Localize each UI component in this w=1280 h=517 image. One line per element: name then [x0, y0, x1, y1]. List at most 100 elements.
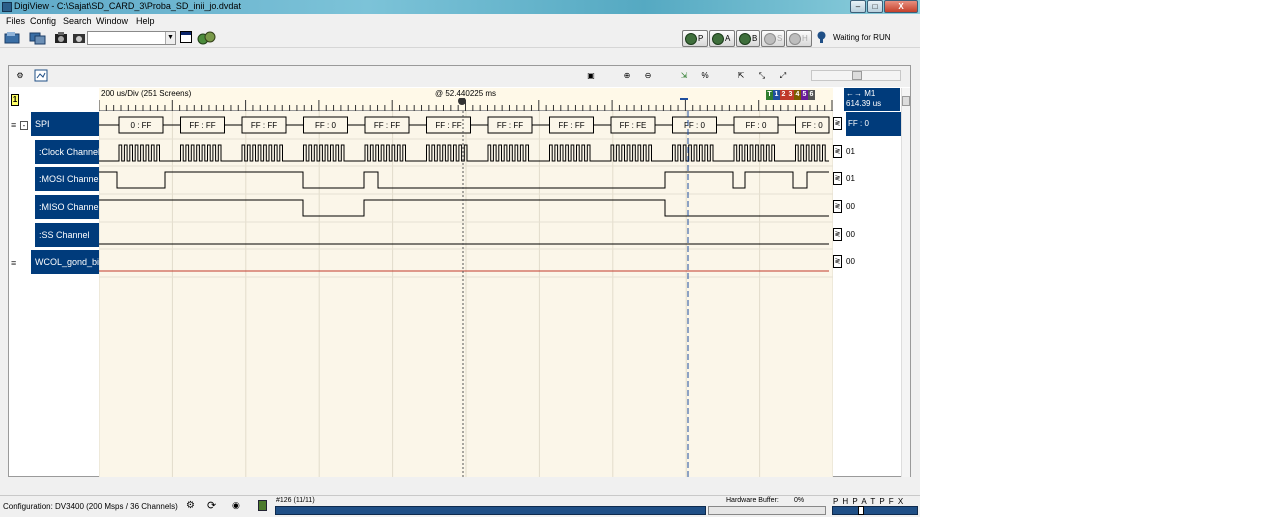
clock-wave: [99, 144, 829, 162]
save-file-icon[interactable]: [29, 31, 47, 45]
channel-value-spi: FF : 0: [846, 112, 901, 136]
hardware-config-icon[interactable]: [196, 31, 218, 45]
scroll-thumb[interactable]: [902, 96, 910, 106]
channel-value-wcol: 00: [846, 257, 855, 266]
run-s-button[interactable]: S: [761, 30, 785, 47]
view-settings-icon[interactable]: [34, 69, 48, 82]
spi-frame-label: FF : FE: [620, 121, 647, 130]
slider-thumb[interactable]: [858, 506, 864, 515]
spi-bus-wave: 0 : FF FF : FF FF : FF FF : 0 FF : FF FF : FF…: [99, 116, 830, 134]
marker-6[interactable]: 6: [808, 90, 815, 100]
menu-help[interactable]: Help: [136, 16, 155, 26]
menu-search[interactable]: Search: [63, 16, 92, 26]
gear-icon[interactable]: ⚙: [186, 500, 195, 511]
channel-value-mosi: 01: [846, 174, 855, 183]
title-bar[interactable]: DigiView - C:\Sajat\SD_CARD_3\Proba_SD_i…: [0, 0, 920, 14]
search-prev-icon[interactable]: ⇱: [734, 69, 748, 82]
edge-icon[interactable]: ≷: [833, 228, 842, 241]
marker-5[interactable]: 5: [801, 90, 808, 100]
edge-icon[interactable]: ≷: [833, 172, 842, 185]
maximize-button[interactable]: □: [867, 0, 883, 13]
channel-label-clock[interactable]: :Clock Channel: [35, 140, 100, 164]
marker-selector[interactable]: T123456: [766, 88, 815, 100]
time-division: 200 us/Div (251 Screens): [101, 89, 192, 98]
search-next-icon[interactable]: ⤡: [755, 69, 769, 82]
run-h-button[interactable]: H: [786, 30, 812, 47]
minimize-button[interactable]: –: [850, 0, 866, 13]
close-button[interactable]: X: [884, 0, 918, 13]
zoom-in-icon[interactable]: ⊕: [620, 69, 634, 82]
play-icon: [712, 33, 724, 45]
screen-marker[interactable]: 1: [11, 94, 19, 106]
trigger-goto-icon[interactable]: ⇲: [677, 69, 691, 82]
book-icon[interactable]: [258, 500, 267, 511]
add-signal-icon[interactable]: ⚙: [13, 69, 27, 82]
vertical-scrollbar[interactable]: [901, 88, 910, 477]
menu-window[interactable]: Window: [96, 16, 128, 26]
ruler-ticks: 1: [99, 98, 833, 111]
time-ruler[interactable]: 200 us/Div (251 Screens) @ 52.440225 ms …: [99, 88, 833, 111]
config-value: DV3400 (200 Msps / 36 Channels): [55, 502, 178, 511]
spi-frame-label: FF : FF: [558, 121, 584, 130]
edge-icon[interactable]: ≷: [833, 117, 842, 130]
edge-icon[interactable]: ≷: [833, 255, 842, 268]
channel-value-ss: 00: [846, 230, 855, 239]
app-icon: [2, 2, 12, 12]
marker-t[interactable]: T: [766, 90, 773, 100]
channel-value-miso: 00: [846, 202, 855, 211]
window-icon[interactable]: [180, 31, 192, 43]
scroll-thumb[interactable]: [852, 71, 862, 80]
run-p-button[interactable]: P: [682, 30, 708, 47]
waveform-area[interactable]: 0 : FF FF : FF FF : FF FF : 0 FF : FF FF : FF…: [99, 111, 833, 477]
spi-frame-label: FF : 0: [315, 121, 336, 130]
capture-icon[interactable]: ▣: [584, 69, 598, 82]
run-b-button[interactable]: B: [736, 30, 760, 47]
marker-goto-icon[interactable]: %: [698, 69, 712, 82]
edge-icon[interactable]: ≷: [833, 200, 842, 213]
capture-status: Waiting for RUN: [833, 33, 891, 42]
channel-label-miso[interactable]: :MISO Channel: [35, 195, 101, 219]
refresh-icon[interactable]: ⟳: [207, 499, 216, 512]
run-a-button[interactable]: A: [709, 30, 735, 47]
panel-toolbar: ⚙ ▣ ⊕ ⊖ ⇲ % ⇱ ⤡ ⤢: [9, 66, 910, 87]
play-icon: [739, 33, 751, 45]
position-slider[interactable]: [832, 506, 918, 515]
channel-value-clock: 01: [846, 147, 855, 156]
hardware-buffer-bar: [708, 506, 826, 515]
channel-label-mosi[interactable]: :MOSI Channel: [35, 167, 101, 191]
edge-icon[interactable]: ≷: [833, 145, 842, 158]
chevron-down-icon[interactable]: ▼: [165, 32, 175, 44]
marker-1[interactable]: 1: [773, 90, 780, 100]
spi-frame-label: 0 : FF: [131, 121, 152, 130]
spi-frame-label: FF : 0: [684, 121, 705, 130]
menu-config[interactable]: Config: [30, 16, 56, 26]
zoom-out-icon[interactable]: ⊖: [641, 69, 655, 82]
channel-label-spi[interactable]: SPI: [31, 112, 99, 136]
channel-label-wcol[interactable]: WCOL_gond_bit: [31, 250, 102, 274]
marker-2[interactable]: 2: [780, 90, 787, 100]
app-window: DigiView - C:\Sajat\SD_CARD_3\Proba_SD_i…: [0, 0, 920, 517]
collapse-button[interactable]: -: [20, 121, 28, 130]
marker-4[interactable]: 4: [794, 90, 801, 100]
preset-select[interactable]: ▼: [87, 31, 176, 45]
menu-bar: Files Config Search Window Help: [0, 14, 920, 28]
drag-handle-icon[interactable]: ≡: [11, 258, 16, 268]
menu-files[interactable]: Files: [6, 16, 25, 26]
spi-frame-label: FF : 0: [802, 121, 823, 130]
channel-label-ss[interactable]: :SS Channel: [35, 223, 99, 247]
config-label: Configuration:: [3, 502, 53, 511]
capture-icon[interactable]: [53, 31, 71, 45]
play-icon: [685, 33, 697, 45]
mosi-wave: [99, 171, 829, 189]
open-file-icon[interactable]: [4, 31, 22, 45]
main-toolbar: ▼ P A B S H Waiting for RUN: [0, 28, 920, 48]
drag-handle-icon[interactable]: ≡: [11, 120, 16, 130]
marker-readout: ←→ M1 614.39 us: [844, 88, 900, 111]
device-icon[interactable]: ◉: [232, 500, 240, 511]
waveform-panel: ⚙ ▣ ⊕ ⊖ ⇲ % ⇱ ⤡ ⤢ 1 200 us/Div (251 Scre…: [8, 65, 911, 477]
horizontal-scrollbar[interactable]: [811, 70, 901, 81]
search-icon[interactable]: ⤢: [776, 69, 790, 82]
marker-3[interactable]: 3: [787, 90, 794, 100]
halt-icon: [789, 33, 801, 45]
lightbulb-icon: [817, 31, 826, 43]
